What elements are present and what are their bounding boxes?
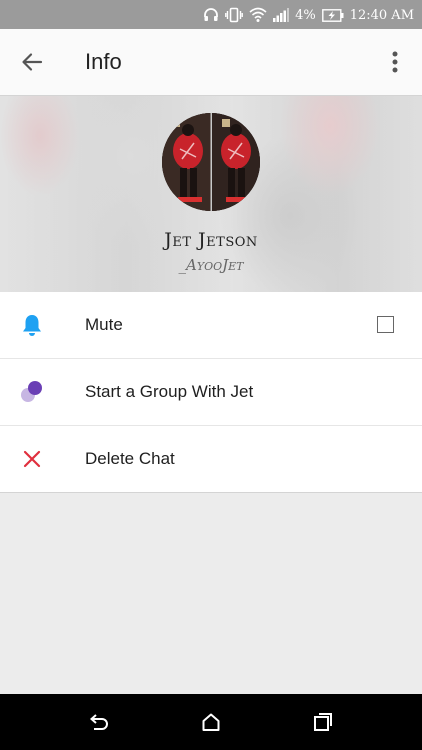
headphones-icon [203,7,219,23]
profile-name: Jet Jetson [164,229,258,251]
mute-label: Mute [85,315,123,334]
vibrate-icon [225,7,243,23]
back-button[interactable] [14,44,50,80]
bell-icon [20,313,44,337]
start-group-row[interactable]: Start a Group With Jet [0,359,422,426]
navigation-bar [0,694,422,750]
signal-icon [273,8,290,22]
mute-checkbox[interactable] [377,316,394,333]
profile-header: Jet Jetson _AyooJet [0,96,422,292]
recents-nav-button[interactable] [308,707,338,737]
overflow-menu-button[interactable] [380,44,410,80]
delete-chat-row[interactable]: Delete Chat [0,426,422,492]
wifi-icon [249,7,267,23]
more-vert-icon [392,51,398,73]
back-nav-icon [89,714,108,730]
arrow-back-icon [22,53,43,71]
status-bar: 4% 12:40 AM [0,0,422,29]
avatar[interactable] [162,113,260,211]
app-bar: Info [0,29,422,96]
group-bubbles-icon [20,380,44,404]
profile-handle: _AyooJet [178,256,244,274]
start-group-label: Start a Group With Jet [85,382,254,401]
back-nav-button[interactable] [83,707,113,737]
clock: 12:40 AM [349,7,414,23]
home-nav-button[interactable] [196,707,226,737]
delete-chat-label: Delete Chat [85,449,175,468]
action-list: Mute Start a Group With Jet Delete Chat [0,292,422,493]
battery-percent: 4% [295,7,316,23]
battery-charging-icon [321,8,344,22]
close-x-icon [20,447,44,471]
status-icons: 4% 12:40 AM [203,5,414,25]
recents-nav-icon [314,713,332,731]
page-title: Info [85,49,122,74]
mute-row[interactable]: Mute [0,292,422,359]
home-nav-icon [202,713,220,731]
